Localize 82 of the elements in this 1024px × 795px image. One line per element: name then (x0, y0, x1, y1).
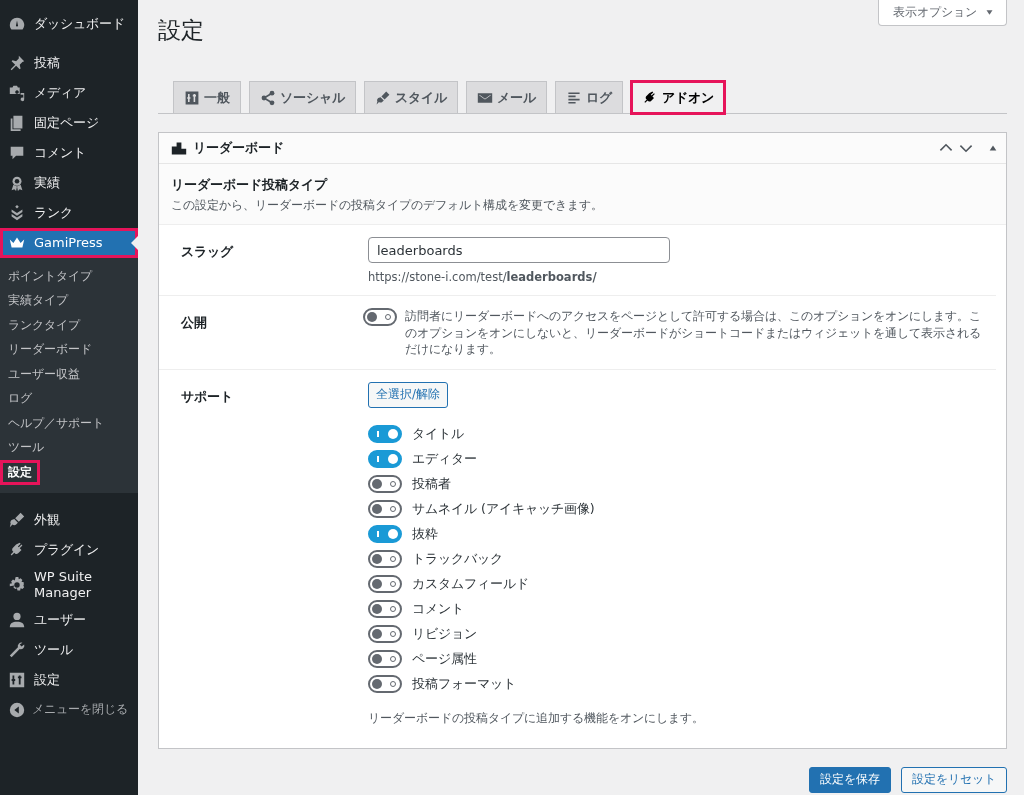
option-description: リーダーボードの投稿タイプに追加する機能をオンにします。 (368, 710, 705, 726)
toggle-switch[interactable] (368, 625, 402, 643)
toggle-switch[interactable] (368, 425, 402, 443)
toggle-switch[interactable] (368, 600, 402, 618)
camera-note-icon (8, 84, 26, 102)
sliders-icon (184, 89, 200, 106)
toggle-label: コメント (412, 600, 464, 618)
collapse-menu-button[interactable]: メニューを閉じる (0, 694, 138, 725)
toggle-switch[interactable] (368, 475, 402, 493)
triangle-up-icon (988, 143, 998, 153)
toggle-switch[interactable] (368, 550, 402, 568)
toggle-switch[interactable] (368, 675, 402, 693)
submenu-item[interactable]: ヘルプ／サポート (0, 411, 112, 436)
slug-input-field[interactable]: leaderboards (368, 237, 670, 263)
settings-tab[interactable]: アドオン (631, 81, 725, 114)
pin-icon (8, 54, 26, 72)
sidebar-menu-item[interactable]: ツール (0, 634, 138, 665)
sliders-icon (8, 670, 26, 689)
submenu-item[interactable]: ユーザー収益 (0, 362, 88, 387)
toggle-switch[interactable] (368, 575, 402, 593)
toggle-switch[interactable] (368, 450, 402, 468)
toggle-label: エディター (412, 450, 477, 468)
submenu-item[interactable]: 実績タイプ (0, 288, 76, 313)
sidebar-menu-item[interactable]: WP Suite Manager (0, 564, 138, 605)
podium-icon (171, 140, 187, 156)
field-label: スラッグ (181, 243, 235, 261)
sidebar-menu-item[interactable]: ユーザー (0, 604, 138, 635)
submenu-item[interactable]: 設定 (0, 460, 40, 485)
toggle-switch[interactable] (368, 500, 402, 518)
toggle-label: タイトル (412, 425, 464, 443)
settings-tab[interactable]: スタイル (364, 81, 458, 113)
section-description: この設定から、リーダーボードの投稿タイプのデフォルト構成を変更できます。 (171, 197, 604, 214)
toggle-switch[interactable] (368, 525, 402, 543)
settings-tab[interactable]: ログ (555, 81, 623, 113)
select-all-button[interactable]: 全選択/解除 (368, 381, 449, 408)
wrench-icon (8, 640, 26, 659)
section-title: リーダーボード投稿タイプ (171, 176, 329, 194)
toggle-label: リビジョン (412, 625, 477, 643)
sidebar-menu-item[interactable]: ダッシュボード (0, 9, 138, 39)
settings-tab[interactable]: 一般 (173, 81, 241, 113)
toggle-label: 投稿フォーマット (412, 675, 516, 693)
brush-icon (375, 89, 391, 106)
brush-icon (8, 510, 26, 529)
settings-tab[interactable]: メール (466, 81, 547, 113)
sidebar-menu-item[interactable]: プラグイン (0, 534, 138, 565)
toggle-label: サムネイル (アイキャッチ画像) (412, 500, 595, 518)
sidebar-menu-item[interactable]: 実績 (0, 168, 138, 198)
submenu-item[interactable]: ツール (0, 435, 52, 460)
toggle-label: 投稿者 (412, 475, 451, 493)
option-description: 訪問者にリーダーボードへのアクセスをページとして許可する場合は、このオプションをオンにします。このオプションをオンにしないと、リーダーボードがショートコードまたはウィジェットを通して表示されるだけになります。 (405, 308, 982, 358)
panel-title: リーダーボード (193, 139, 284, 157)
toggle-label: ページ属性 (412, 650, 477, 668)
toggle-label: トラックバック (412, 550, 503, 568)
reset-settings-button[interactable]: 設定をリセット (901, 766, 1007, 793)
field-label: 公開 (181, 314, 208, 332)
field-label: サポート (181, 387, 234, 406)
sidebar-menu-item[interactable]: 設定 (0, 664, 138, 695)
text-lines-icon (566, 89, 582, 106)
share-icon (260, 89, 276, 106)
submenu-item[interactable]: ランクタイプ (0, 313, 88, 338)
sidebar-menu-item[interactable]: 投稿 (0, 48, 138, 78)
collapse-panel-button[interactable] (988, 143, 998, 153)
submenu-item[interactable]: ログ (0, 386, 40, 411)
submenu-item[interactable]: ポイントタイプ (0, 264, 100, 289)
toggle-switch[interactable] (368, 650, 402, 668)
screen-options-button[interactable]: 表示オプション (878, 0, 1007, 26)
sidebar-menu-item[interactable]: 固定ページ (0, 108, 138, 138)
person-icon (8, 610, 26, 629)
sidebar-menu-item[interactable]: ランク (0, 198, 138, 228)
settings-tab[interactable]: ソーシャル (249, 81, 356, 113)
sidebar-menu-item[interactable]: GamiPress (0, 228, 138, 258)
permalink-note: https://stone-i.com/test/leaderboards/ (368, 270, 598, 284)
toggle-label: 抜粋 (412, 525, 438, 543)
save-settings-button[interactable]: 設定を保存 (809, 766, 891, 793)
page-title: 設定 (158, 16, 204, 44)
toggle-label: カスタムフィールド (412, 575, 529, 593)
caret-down-icon (985, 8, 994, 17)
sidebar-menu-item[interactable]: メディア (0, 78, 138, 108)
toggle-switch[interactable] (363, 308, 397, 326)
submenu-item[interactable]: リーダーボード (0, 337, 100, 362)
sidebar-menu-item[interactable]: 外観 (0, 504, 138, 535)
sidebar-menu-item[interactable]: コメント (0, 138, 138, 168)
